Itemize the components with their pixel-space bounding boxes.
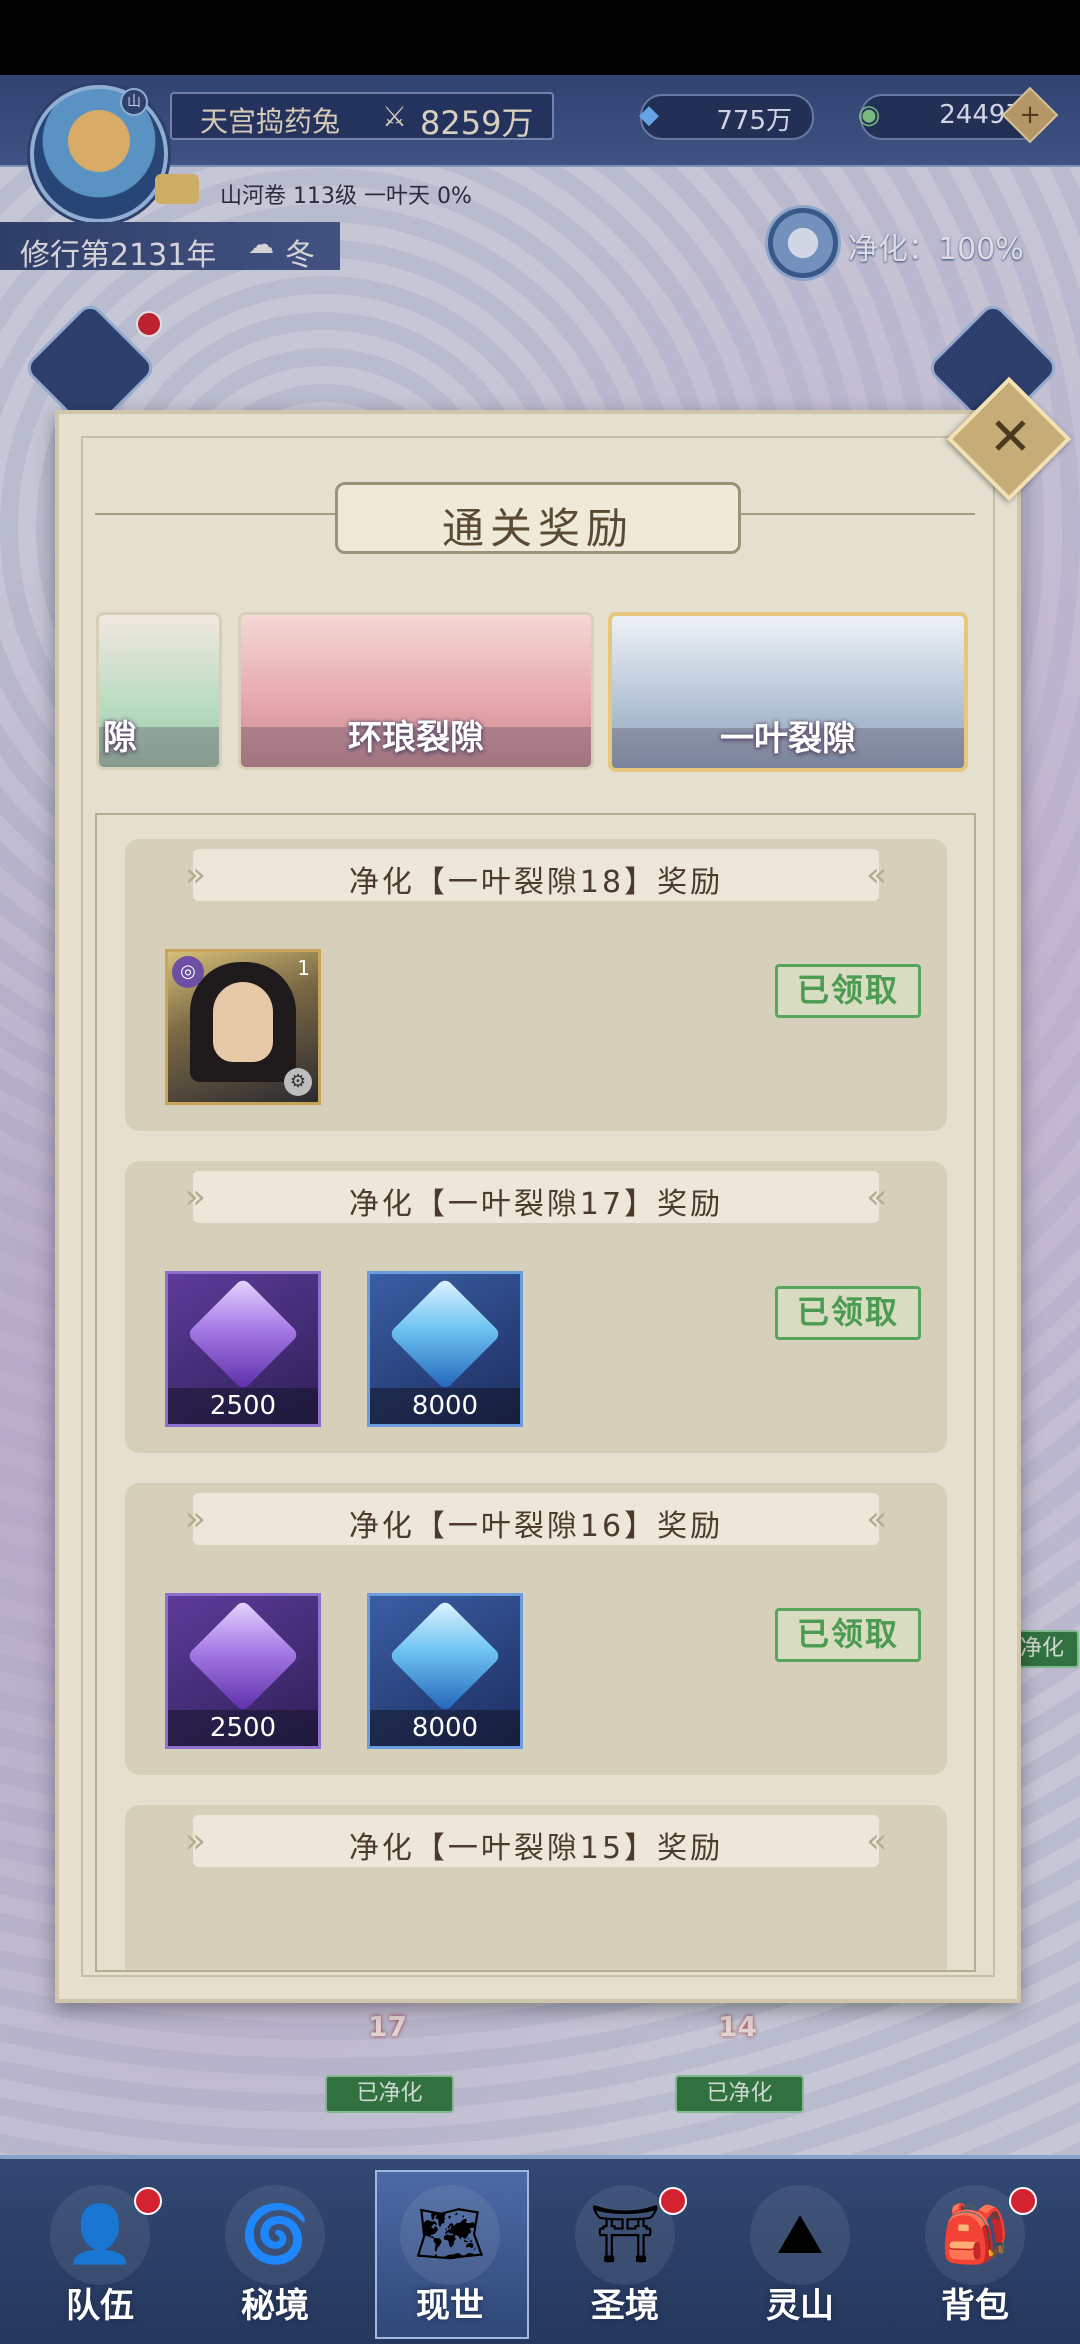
hero-portrait	[213, 982, 273, 1062]
reward-title: 净化【一叶裂隙16】奖励	[348, 1509, 724, 1544]
reward-item-blue-crystal[interactable]: 8000	[367, 1593, 523, 1749]
reward-list[interactable]: » 净化【一叶裂隙18】奖励 « ◎ 1 ⚙ 已领取 » 净化【一叶裂隙17】奖…	[95, 813, 976, 1972]
reward-card-header: » 净化【一叶裂隙16】奖励 «	[185, 1493, 887, 1545]
reward-title: 净化【一叶裂隙18】奖励	[348, 865, 724, 900]
item-quantity: 2500	[168, 1710, 318, 1746]
nav-label: 圣境	[591, 2286, 659, 2326]
nav-team[interactable]: 👤 队伍	[20, 2175, 180, 2335]
nav-label: 秘境	[241, 2286, 309, 2326]
tab-label: 隙	[103, 718, 137, 758]
dialog-title-plate: 通关奖励	[335, 482, 741, 554]
notification-dot	[1009, 2187, 1037, 2215]
hero-faction-icon: ◎	[172, 956, 204, 988]
nav-present-world[interactable]: 🗺 现世	[370, 2175, 530, 2335]
reward-card-header: » 净化【一叶裂隙15】奖励 «	[185, 1815, 887, 1867]
nav-label: 背包	[941, 2286, 1009, 2326]
claimed-stamp: 已领取	[775, 1608, 921, 1662]
arrow-ornament-icon: «	[866, 1177, 887, 1217]
nav-label: 现世	[416, 2286, 484, 2326]
claimed-stamp: 已领取	[775, 1286, 921, 1340]
reward-title: 净化【一叶裂隙17】奖励	[348, 1187, 724, 1222]
nav-label: 灵山	[766, 2286, 834, 2326]
realm-icon: 🌀	[225, 2185, 325, 2285]
purple-crystal-icon	[186, 1277, 300, 1391]
nav-label: 队伍	[66, 2286, 134, 2326]
tab-huanlang-rift[interactable]: 环琅裂隙	[238, 612, 594, 770]
blue-crystal-icon	[388, 1277, 502, 1391]
item-quantity: 8000	[370, 1388, 520, 1424]
mountain-icon: ⛰	[750, 2185, 850, 2285]
item-quantity: 8000	[370, 1710, 520, 1746]
world-map-icon: 🗺	[400, 2185, 500, 2285]
purple-crystal-icon	[186, 1599, 300, 1713]
arrow-ornament-icon: «	[866, 1821, 887, 1861]
nav-secret-realm[interactable]: 🌀 秘境	[195, 2175, 355, 2335]
reward-title: 净化【一叶裂隙15】奖励	[348, 1831, 724, 1866]
hero-count: 1	[297, 956, 310, 980]
reward-card-header: » 净化【一叶裂隙17】奖励 «	[185, 1171, 887, 1223]
dialog-title: 通关奖励	[441, 504, 634, 553]
reward-card: » 净化【一叶裂隙17】奖励 « 2500 8000 已领取	[125, 1161, 947, 1453]
reward-item-purple-crystal[interactable]: 2500	[165, 1271, 321, 1427]
tab-yiye-rift[interactable]: 一叶裂隙	[608, 612, 968, 772]
hero-class-icon: ⚙	[284, 1068, 312, 1096]
reward-card: » 净化【一叶裂隙18】奖励 « ◎ 1 ⚙ 已领取	[125, 839, 947, 1131]
nav-backpack[interactable]: 🎒 背包	[895, 2175, 1055, 2335]
notification-dot	[659, 2187, 687, 2215]
tab-label: 一叶裂隙	[720, 719, 856, 759]
close-icon: ✕	[988, 407, 1033, 468]
reward-card: » 净化【一叶裂隙16】奖励 « 2500 8000 已领取	[125, 1483, 947, 1775]
arrow-ornament-icon: «	[866, 1499, 887, 1539]
tab-label: 环琅裂隙	[348, 718, 484, 758]
arrow-ornament-icon: «	[866, 855, 887, 895]
reward-item-blue-crystal[interactable]: 8000	[367, 1271, 523, 1427]
blue-crystal-icon	[388, 1599, 502, 1713]
device-status-bar	[0, 0, 1080, 75]
tab-rift-previous[interactable]: 隙	[96, 612, 222, 770]
claimed-stamp: 已领取	[775, 964, 921, 1018]
notification-dot	[134, 2187, 162, 2215]
nav-sacred-realm[interactable]: ⛩ 圣境	[545, 2175, 705, 2335]
nav-spirit-mountain[interactable]: ⛰ 灵山	[720, 2175, 880, 2335]
reward-card: » 净化【一叶裂隙15】奖励 «	[125, 1805, 947, 1970]
reward-card-header: » 净化【一叶裂隙18】奖励 «	[185, 849, 887, 901]
reward-item-hero[interactable]: ◎ 1 ⚙	[165, 949, 321, 1105]
item-quantity: 2500	[168, 1388, 318, 1424]
reward-item-purple-crystal[interactable]: 2500	[165, 1593, 321, 1749]
